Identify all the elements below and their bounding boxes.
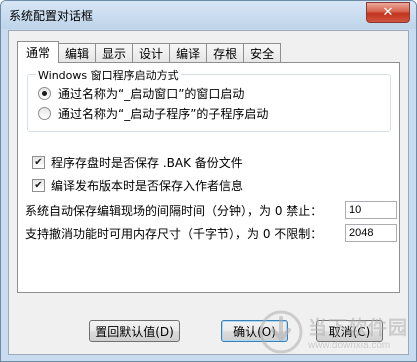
tab-security[interactable]: 安全 [243,43,282,63]
tab-stub[interactable]: 存根 [206,43,245,63]
group-legend: Windows 窗口程序启动方式 [36,67,181,83]
undo-memory-label: 支持撤消功能时可用内存尺寸（千字节），为 0 不限制： [25,227,323,241]
check-icon[interactable]: ✔ [32,179,45,192]
tab-label: 安全 [250,47,275,61]
close-icon: ✕ [382,5,394,20]
tab-strip: 通常 编辑 显示 设计 编译 存根 安全 [17,40,282,63]
tab-label: 编译 [176,47,201,61]
tab-label: 存根 [213,47,238,61]
close-button[interactable]: ✕ [366,2,410,23]
checkbox-save-bak[interactable]: ✔ 程序存盘时是否保存 .BAK 备份文件 [32,154,243,171]
button-label: 取消(C) [328,324,371,339]
tab-label: 设计 [139,47,164,61]
autosave-interval-label: 系统自动保存编辑现场的间隔时间（分钟），为 0 禁止： [25,204,323,218]
reset-defaults-button[interactable]: 置回默认值(D) [89,320,180,342]
tab-label: 通常 [26,46,51,60]
radio-button[interactable] [38,107,51,120]
checkbox-label: 程序存盘时是否保存 .BAK 备份文件 [51,156,243,170]
window-title: 系统配置对话框 [9,9,94,23]
tab-display[interactable]: 显示 [95,43,134,63]
check-icon[interactable]: ✔ [32,156,45,169]
radio-startup-window[interactable]: 通过名称为“_启动窗口”的窗口启动 [38,85,244,102]
checkbox-label: 编译发布版本时是否保存入作者信息 [51,179,244,193]
tab-panel-general: Windows 窗口程序启动方式 通过名称为“_启动窗口”的窗口启动 通过名称为… [17,62,400,293]
autosave-interval-input[interactable] [345,201,397,219]
tab-compile[interactable]: 编译 [169,43,208,63]
startup-mode-group: Windows 窗口程序启动方式 通过名称为“_启动窗口”的窗口启动 通过名称为… [27,67,391,132]
ok-button[interactable]: 确认(O) [221,320,288,342]
radio-label: 通过名称为“_启动窗口”的窗口启动 [58,87,245,101]
button-label: 确认(O) [233,324,276,339]
cancel-button[interactable]: 取消(C) [316,320,383,342]
radio-button-checked[interactable] [38,87,51,100]
tab-design[interactable]: 设计 [132,43,171,63]
title-bar[interactable]: 系统配置对话框 ✕ [1,1,416,29]
checkbox-save-author[interactable]: ✔ 编译发布版本时是否保存入作者信息 [32,177,243,194]
tab-edit[interactable]: 编辑 [58,43,97,63]
tab-general[interactable]: 通常 [17,41,60,63]
tab-label: 编辑 [65,47,90,61]
undo-memory-input[interactable] [345,224,397,242]
radio-label: 通过名称为“_启动子程序”的子程序启动 [58,107,269,121]
dialog-window: 系统配置对话框 ✕ 通常 编辑 显示 设计 编译 存根 安全 Windows 窗… [0,0,417,362]
button-label: 置回默认值(D) [95,324,174,339]
dialog-client-area: 通常 编辑 显示 设计 编译 存根 安全 Windows 窗口程序启动方式 通过… [8,30,409,355]
radio-startup-subroutine[interactable]: 通过名称为“_启动子程序”的子程序启动 [38,105,268,122]
tab-label: 显示 [102,47,127,61]
